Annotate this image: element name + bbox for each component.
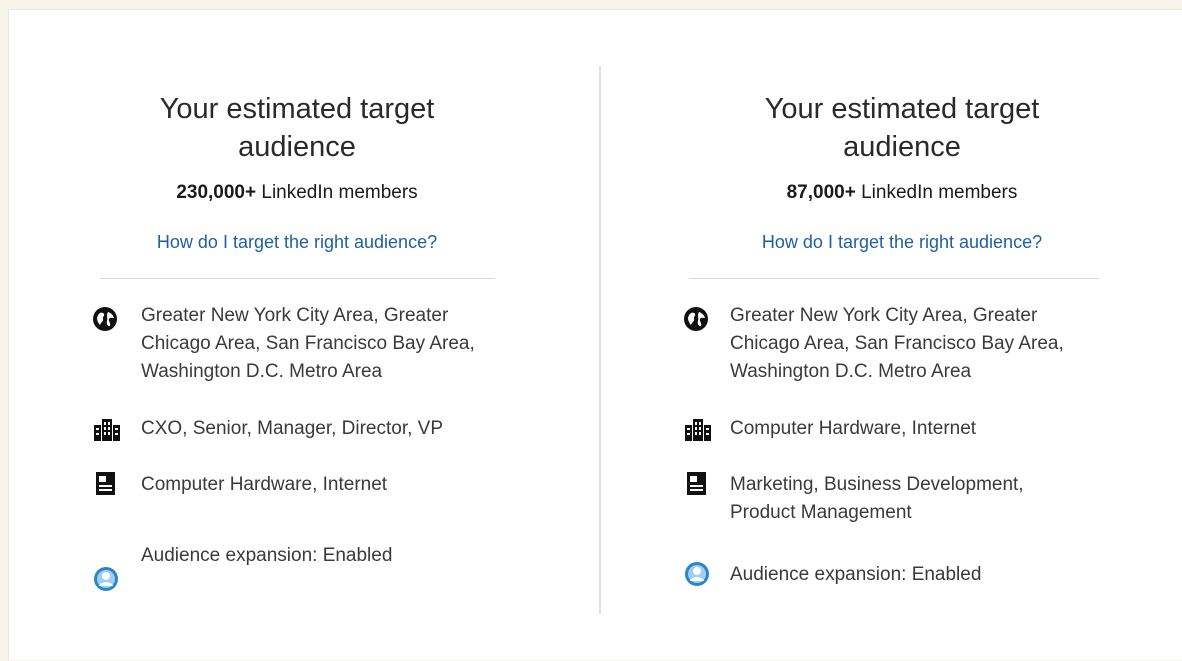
section-divider (100, 278, 495, 279)
audience-comparison-card: Your estimated target audience 230,000+ … (8, 9, 1182, 660)
person-circle-icon (684, 561, 712, 589)
building-icon (92, 417, 120, 445)
page-title: Your estimated target audience (159, 93, 435, 163)
member-count: 230,000+ LinkedIn members (176, 182, 418, 203)
right-audience-panel: Your estimated target audience 87,000+ L… (601, 10, 1182, 661)
left-audience-panel: Your estimated target audience 230,000+ … (9, 10, 599, 661)
target-help-link[interactable]: How do I target the right audience? (9, 232, 585, 253)
person-circle-icon (93, 566, 121, 594)
section-divider (689, 278, 1099, 279)
target-help-link[interactable]: How do I target the right audience? (601, 232, 1182, 253)
document-icon (685, 471, 713, 499)
globe-icon (683, 306, 711, 334)
globe-icon (92, 306, 120, 334)
member-count: 87,000+ LinkedIn members (786, 182, 1018, 203)
page-title: Your estimated target audience (764, 93, 1040, 163)
building-icon (683, 417, 711, 445)
document-icon (94, 471, 122, 499)
